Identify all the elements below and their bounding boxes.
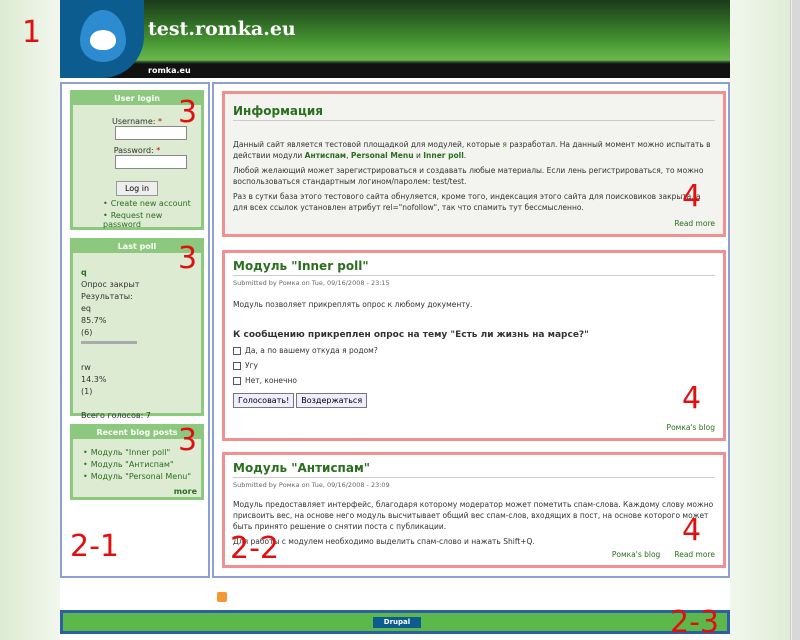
login-links: Create new account Request new password [77, 199, 197, 229]
vote-button[interactable]: Голосовать! [233, 393, 295, 408]
poll-option-label: eq [81, 304, 91, 313]
main-content: Информация Данный сайт является тестовой… [212, 82, 730, 578]
poll-choice-checkbox[interactable] [233, 362, 241, 370]
node-links: Ромка's blog [653, 423, 715, 432]
node-links: Ромка's blog Read more [598, 550, 715, 559]
node-inner-poll: Модуль "Inner poll" Submitted by Ромка o… [222, 250, 726, 441]
annotation-marker: 4 [682, 513, 702, 548]
annotation-marker: 2-2 [230, 531, 279, 566]
blog-link[interactable]: Ромка's blog [612, 550, 660, 559]
node-links: Read more [660, 219, 715, 228]
site-name[interactable]: test.romka.eu [148, 18, 296, 40]
node-title[interactable]: Модуль "Антиспам" [233, 461, 715, 478]
poll-choice-checkbox[interactable] [233, 377, 241, 385]
poll-choice[interactable]: Да, а по вашему откуда я родом? [233, 346, 715, 355]
blog-link[interactable]: Ромка's blog [667, 423, 715, 432]
annotation-marker: 4 [682, 381, 702, 416]
password-input[interactable] [115, 155, 187, 169]
drupal-logo-icon[interactable] [60, 0, 144, 78]
poll-option-label: rw [81, 363, 91, 372]
sidebar-left: User login Username: * Password: * Log i… [60, 82, 210, 578]
login-button[interactable]: Log in [115, 181, 159, 196]
node-paragraph: Данный сайт является тестовой площадкой … [233, 140, 711, 160]
read-more-link[interactable]: Read more [674, 219, 715, 228]
password-label: Password: * [113, 146, 161, 155]
poll-option-votes: (1) [81, 387, 93, 396]
blog-more-link[interactable]: more [174, 487, 197, 496]
node-paragraph: Модуль позволяет прикреплять опрос к люб… [233, 300, 473, 309]
node-paragraph: Для работы с модулем необходимо выделить… [233, 537, 535, 546]
annotation-marker: 1 [22, 15, 42, 50]
node-title[interactable]: Информация [233, 104, 715, 121]
username-input[interactable] [115, 126, 187, 140]
poll-option-percent: 14.3% [81, 375, 107, 384]
node-submitted: Submitted by Ромка on Tue, 09/16/2008 - … [233, 481, 390, 489]
module-link-inner-poll[interactable]: Inner poll [423, 151, 464, 160]
blog-post-link[interactable]: Модуль "Антиспам" [91, 460, 174, 469]
abstain-button[interactable]: Воздержаться [296, 393, 368, 408]
list-item: Модуль "Антиспам" [83, 459, 195, 471]
poll-total: Всего голосов: 7 [81, 411, 151, 420]
node-paragraph: Любой желающий может зарегистрироваться … [233, 166, 704, 186]
poll-question-link[interactable]: q [81, 268, 87, 277]
request-password-link[interactable]: Request new password [103, 211, 162, 229]
list-item: Модуль "Personal Menu" [83, 471, 195, 483]
annotation-marker: 2-1 [70, 529, 119, 564]
site-header: test.romka.eu romka.eu [60, 0, 730, 78]
scrollbar-thumb[interactable] [792, 0, 800, 640]
page: test.romka.eu romka.eu User login Userna… [60, 0, 730, 640]
read-more-link[interactable]: Read more [674, 550, 715, 559]
annotation-marker: 3 [178, 423, 198, 458]
node-title[interactable]: Модуль "Inner poll" [233, 259, 715, 276]
annotation-marker: 4 [682, 179, 702, 214]
module-link-personal-menu[interactable]: Personal Menu [351, 151, 414, 160]
node-paragraph: Раз в сутки база этого тестового сайта о… [233, 192, 701, 212]
create-account-link[interactable]: Create new account [111, 199, 191, 208]
powered-by-drupal-badge[interactable]: Drupal [373, 617, 421, 628]
scrollbar[interactable] [790, 0, 800, 640]
node-info: Информация Данный сайт является тестовой… [222, 91, 726, 237]
module-link-antispam[interactable]: Антиспам [305, 151, 346, 160]
create-account-item: Create new account [103, 199, 197, 208]
blog-post-link[interactable]: Модуль "Personal Menu" [91, 472, 191, 481]
primary-link-home[interactable]: romka.eu [148, 66, 191, 75]
annotation-marker: 3 [178, 241, 198, 276]
poll-choice-checkbox[interactable] [233, 347, 241, 355]
poll-results-label: Результаты: [81, 292, 133, 301]
annotation-marker: 3 [178, 95, 198, 130]
blog-post-link[interactable]: Модуль "Inner poll" [91, 448, 170, 457]
inline-poll-question: К сообщению прикреплен опрос на тему "Ес… [233, 330, 589, 340]
node-submitted: Submitted by Ромка on Tue, 09/16/2008 - … [233, 279, 390, 287]
poll-results: q Опрос закрыт Результаты: eq 85.7% (6) … [73, 253, 201, 428]
poll-option-percent: 85.7% [81, 316, 107, 325]
poll-option-votes: (6) [81, 328, 93, 337]
request-password-item: Request new password [103, 211, 197, 229]
node-antispam: Модуль "Антиспам" Submitted by Ромка on … [222, 452, 726, 568]
rss-feed-icon[interactable] [217, 592, 227, 602]
poll-choice[interactable]: Нет, конечно [233, 376, 715, 385]
logo-face [90, 30, 116, 50]
node-paragraph: Модуль предоставляет интерфейс, благодар… [233, 500, 714, 531]
site-footer: Drupal [60, 610, 730, 634]
poll-choice[interactable]: Угу [233, 361, 715, 370]
poll-status: Опрос закрыт [81, 280, 140, 289]
annotation-marker: 2-3 [670, 605, 719, 640]
poll-option-bar [81, 341, 137, 344]
